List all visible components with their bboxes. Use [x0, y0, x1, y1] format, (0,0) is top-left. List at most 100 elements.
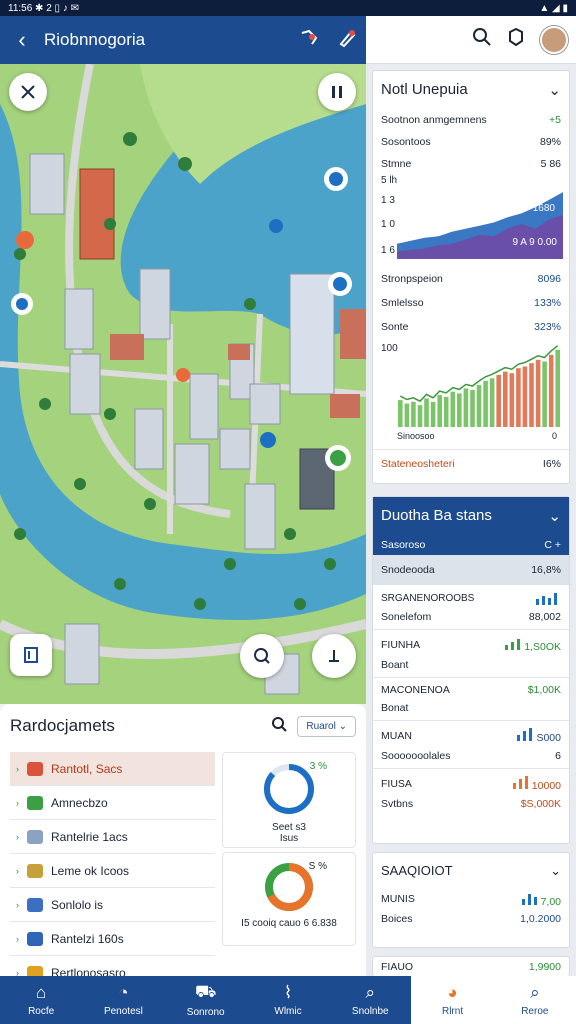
selected-row[interactable]: Snodeooda 16,8% — [373, 555, 569, 585]
app-title: Riobnnogoria — [44, 30, 146, 49]
axis-label: 100 — [381, 343, 398, 354]
summary-panel-2: FIAUO 1,9900 — [372, 956, 570, 976]
nav-home[interactable]: ⌂ Rocfe — [0, 976, 82, 1024]
metric-value: 323% — [534, 321, 561, 333]
summary-row: Boices 1,0.2000 — [373, 909, 569, 929]
progress-card[interactable]: 3 % Seet s3 Isus — [222, 752, 356, 848]
row-title: SRGANENOROOBS — [381, 592, 475, 604]
settings-icon[interactable] — [506, 27, 526, 52]
row-label: Snodeooda — [381, 564, 435, 576]
chevron-down-icon[interactable]: ⌄ — [548, 81, 561, 99]
details-title: Duotha Ba stans — [381, 507, 492, 524]
document-list: › Rantotl, Sacs › Amnecbzo › Rantelrie 1acs… — [10, 752, 215, 990]
map-pin[interactable] — [16, 231, 34, 249]
search-icon: ⌕ — [365, 983, 376, 1002]
list-item[interactable]: › Amnecbzo — [10, 786, 215, 820]
nav-chart[interactable]: ◕ Rlrnt — [411, 976, 494, 1024]
chevron-right-icon: › — [16, 797, 19, 808]
detail-row[interactable]: SRGANENOROOBS Sonelefom 88,002 — [373, 585, 569, 630]
city-map[interactable] — [0, 64, 366, 704]
details-header[interactable]: Duotha Ba stans ⌄ — [373, 497, 569, 535]
list-item[interactable]: › Leme ok Icoos — [10, 854, 215, 888]
overview-panel: Notl Unepuia ⌄ Sootnon anmgemnens +5 Soson… — [372, 70, 570, 484]
back-button[interactable]: ‹ — [0, 27, 44, 53]
axis-label: 1 3 — [381, 195, 395, 206]
nav-explore[interactable]: ⌕ Reroe — [493, 976, 576, 1024]
sparkbars — [505, 636, 521, 650]
pause-icon — [332, 86, 342, 98]
sparkbars — [512, 775, 528, 789]
map-pin[interactable] — [176, 368, 190, 382]
subheader-label: Sasoroso — [381, 539, 426, 551]
search-icon[interactable] — [271, 716, 288, 737]
map-pin[interactable] — [11, 293, 33, 315]
nav-label: Rocfe — [28, 1006, 55, 1017]
metric-value: +5 — [549, 114, 561, 126]
map-pin[interactable] — [324, 167, 348, 191]
nav-wave[interactable]: ⌇ Wlmic — [247, 976, 329, 1024]
list-item[interactable]: › Rantelzi 160s — [10, 922, 215, 956]
filter-dropdown[interactable]: Ruarol ⌄ — [297, 715, 356, 737]
directions-icon[interactable] — [290, 28, 328, 53]
map-pin[interactable] — [325, 445, 351, 471]
chevron-down-icon[interactable]: ⌄ — [548, 507, 561, 525]
list-item[interactable]: › Rantotl, Sacs — [10, 752, 215, 786]
avatar[interactable] — [540, 25, 568, 54]
collapse-map-button[interactable] — [9, 73, 47, 111]
edit-pin-icon[interactable] — [328, 28, 366, 53]
nav-label: Snolnbe — [351, 1006, 389, 1017]
nav-search[interactable]: ⌕ Snolnbe — [329, 976, 411, 1024]
map-pin[interactable] — [260, 432, 276, 448]
layers-button[interactable] — [10, 634, 52, 676]
detail-row[interactable]: FIUSA 10000 Svtbns $S,000K — [373, 769, 569, 816]
row-value: $1,00K — [527, 684, 561, 696]
search-icon[interactable] — [472, 27, 492, 52]
detail-row[interactable]: MACONENOA $1,00K Bonat — [373, 678, 569, 721]
location-button[interactable] — [312, 634, 356, 678]
bar — [483, 380, 488, 427]
list-item-label: Sonlolo is — [51, 897, 104, 912]
detail-row[interactable]: FIUNHA 1,S0OK Boant — [373, 630, 569, 678]
bar — [503, 371, 508, 427]
map-illustration — [0, 64, 366, 704]
list-item[interactable]: › Rantelrie 1acs — [10, 820, 215, 854]
search-icon: ⌕ — [530, 983, 540, 1002]
nav-label: Wlmic — [274, 1006, 302, 1017]
bar — [516, 368, 521, 427]
pause-button[interactable] — [318, 73, 356, 111]
card-percent: 3 % — [309, 761, 327, 772]
map-search-button[interactable] — [240, 634, 284, 678]
metric-label: Sosontoos — [381, 136, 431, 148]
map-pin[interactable] — [328, 272, 352, 296]
bar — [529, 363, 534, 427]
detail-row[interactable]: MUAN S000 Sooooooolales 6 — [373, 721, 569, 769]
nav-transport[interactable]: ⛟ Sonrono — [165, 976, 247, 1024]
row-title: MACONENOA — [381, 684, 450, 696]
map-pin[interactable] — [269, 219, 283, 233]
summary-row: MUNIS 7,00 — [373, 889, 569, 909]
card-line: Seet s3 — [272, 822, 306, 833]
list-item-label: Leme ok Icoos — [51, 863, 130, 878]
row-value: 6 — [555, 750, 561, 762]
data-label: 1680 — [532, 203, 555, 214]
metric-value: 89% — [539, 136, 561, 148]
subheader-value: C + — [544, 539, 561, 551]
sparkbars — [517, 727, 533, 741]
bar — [496, 374, 501, 427]
row-title: FIUNHA — [381, 638, 421, 651]
bar — [509, 373, 515, 427]
document-icon — [27, 761, 43, 776]
sparkbars — [536, 591, 557, 605]
metric-value: 5 86 — [540, 158, 561, 170]
bar — [522, 366, 528, 427]
progress-card[interactable]: S % I5 cooiq cauo 6 6.838 — [222, 852, 356, 946]
overview-header[interactable]: Notl Unepuia ⌄ — [373, 71, 569, 109]
metric-label: Sonte — [381, 321, 409, 333]
summary-title: SAAQIOIOT — [381, 863, 453, 878]
summary-header[interactable]: SAAQIOIOT ⌄ — [373, 853, 569, 889]
document-icon — [27, 829, 43, 844]
nav-reports[interactable]: ◔ Penotesl — [82, 976, 164, 1024]
row-value: $S,000K — [520, 798, 561, 810]
chevron-down-icon[interactable]: ⌄ — [550, 863, 561, 879]
list-item[interactable]: › Sonlolo is — [10, 888, 215, 922]
